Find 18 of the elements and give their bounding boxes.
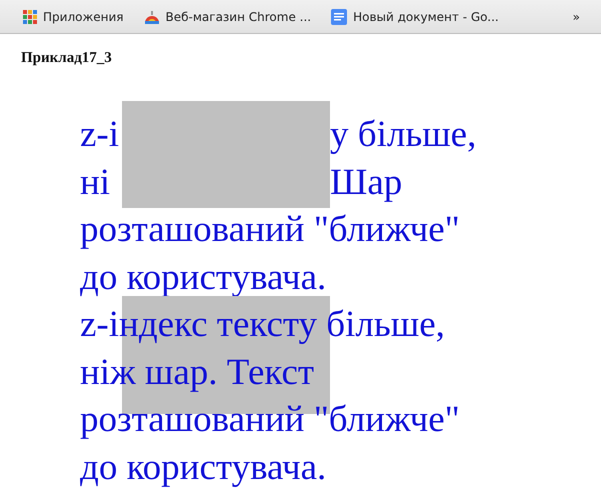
bookmark[interactable]: Веб-магазин Chrome ... xyxy=(140,8,314,26)
apps-grid-icon xyxy=(23,10,37,24)
text-line: ніж шар. Текст xyxy=(80,350,316,394)
store-icon xyxy=(144,10,160,24)
text-fragment: z-i xyxy=(80,113,120,157)
text-fragment: Шар xyxy=(330,160,404,204)
text-line: z-індекс тексту більше, xyxy=(80,303,446,347)
more-bookmarks-button[interactable]: » xyxy=(570,8,583,26)
bookmark[interactable]: Новый документ - Go... xyxy=(328,6,502,26)
text-line: до користувача. xyxy=(80,256,328,300)
bookmark[interactable]: Приложения xyxy=(20,8,127,26)
text-line: розташований "ближче" xyxy=(80,398,461,442)
page-heading: Приклад17_3 xyxy=(21,50,113,67)
text-fragment: ні xyxy=(80,160,112,204)
document-icon xyxy=(331,8,348,24)
text-line: розташований "ближче" xyxy=(80,208,461,252)
text-line: до користувача. xyxy=(80,446,328,490)
text-fragment: у більше, xyxy=(330,113,478,157)
